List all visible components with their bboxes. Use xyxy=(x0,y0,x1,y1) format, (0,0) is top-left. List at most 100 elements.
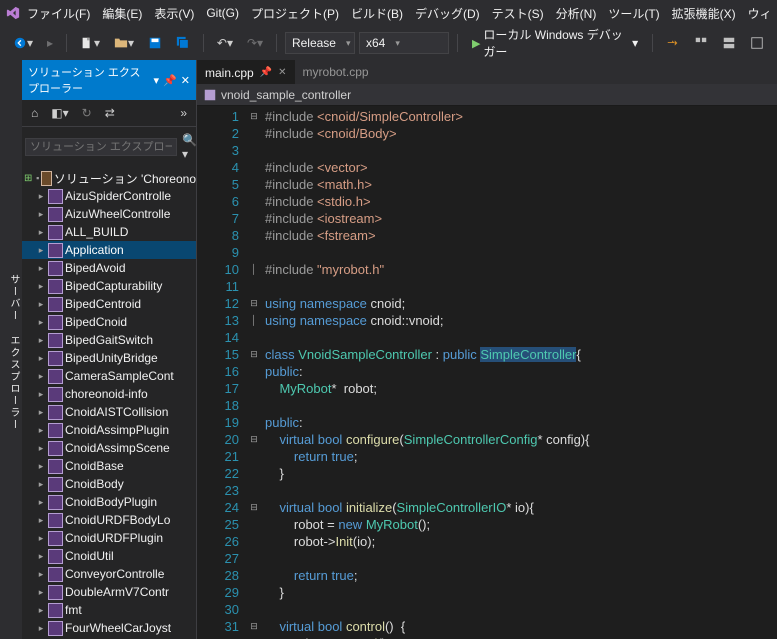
redo-button[interactable]: ↷▾ xyxy=(242,33,268,53)
grid1-icon[interactable] xyxy=(689,33,713,53)
open-button[interactable]: ▾ xyxy=(109,33,139,53)
tree-item[interactable]: ▸CnoidUtil xyxy=(22,547,196,565)
panel-header[interactable]: ソリューション エクスプローラー ▾ 📌 ✕ xyxy=(22,60,196,100)
tree-item[interactable]: ▸AizuSpiderControlle xyxy=(22,187,196,205)
platform-combo[interactable]: x64▾ xyxy=(359,32,449,54)
project-icon xyxy=(48,477,63,492)
grid2-icon[interactable] xyxy=(717,33,741,53)
code-source[interactable]: #include <cnoid/SimpleController>#includ… xyxy=(261,106,777,639)
pin-icon[interactable]: 📌 xyxy=(163,74,177,87)
tree-item[interactable]: ▸CnoidAssimpPlugin xyxy=(22,421,196,439)
project-icon xyxy=(48,333,63,348)
project-icon xyxy=(48,189,63,204)
tree-item[interactable]: ▸CnoidBase xyxy=(22,457,196,475)
editor-area: main.cpp📌✕myrobot.cpp vnoid_sample_contr… xyxy=(197,60,777,639)
refresh-icon[interactable]: ↻ xyxy=(77,103,97,123)
sync-icon[interactable]: ⇄ xyxy=(100,103,120,123)
editor-tabs: main.cpp📌✕myrobot.cpp xyxy=(197,60,777,84)
run-debugger-button[interactable]: ▶ローカル Windows デバッガー▾ xyxy=(466,23,644,63)
line-gutter: 1234567891011121314151617181920212223242… xyxy=(197,106,247,639)
menu-item[interactable]: 編集(E) xyxy=(97,2,147,25)
editor-tab[interactable]: myrobot.cpp xyxy=(295,60,377,84)
toolbar: ▾ ▸ ▾ ▾ ↶▾ ↷▾ Release▾ x64▾ ▶ローカル Window… xyxy=(0,26,777,60)
project-icon xyxy=(48,279,63,294)
tree-item[interactable]: ▸choreonoid-info xyxy=(22,385,196,403)
tree-item[interactable]: ▸CnoidURDFPlugin xyxy=(22,529,196,547)
tree-item[interactable]: ▸DoubleArmV7Contr xyxy=(22,583,196,601)
project-icon xyxy=(48,297,63,312)
project-icon xyxy=(48,405,63,420)
view-icon[interactable]: ◧▾ xyxy=(46,103,73,123)
code-editor[interactable]: 1234567891011121314151617181920212223242… xyxy=(197,106,777,639)
menu-item[interactable]: デバッグ(D) xyxy=(410,2,485,25)
tree-item[interactable]: ▸BipedUnityBridge xyxy=(22,349,196,367)
project-icon xyxy=(48,261,63,276)
tree-item[interactable]: ▸CnoidBody xyxy=(22,475,196,493)
tree-item[interactable]: ▸BipedGaitSwitch xyxy=(22,331,196,349)
pin-icon[interactable]: 📌 xyxy=(260,67,272,78)
tree-item[interactable]: ▸CnoidURDFBodyLo xyxy=(22,511,196,529)
project-icon xyxy=(48,423,63,438)
grid3-icon[interactable] xyxy=(745,33,769,53)
undo-button[interactable]: ↶▾ xyxy=(212,33,238,53)
menubar: ファイル(F)編集(E)表示(V)Git(G)プロジェクト(P)ビルド(B)デバ… xyxy=(0,0,777,26)
project-icon xyxy=(48,531,63,546)
tree-item[interactable]: ▸CnoidAssimpScene xyxy=(22,439,196,457)
project-icon xyxy=(48,549,63,564)
menu-item[interactable]: テスト(S) xyxy=(487,2,549,25)
tree-item[interactable]: ▸FourWheelCarJoyst xyxy=(22,619,196,637)
solution-explorer-panel: ソリューション エクスプローラー ▾ 📌 ✕ ⌂ ◧▾ ↻ ⇄ » 🔍▾ ⊞▪ソ… xyxy=(22,60,197,639)
step-icon[interactable] xyxy=(661,33,685,53)
tree-item[interactable]: ▸CnoidAISTCollision xyxy=(22,403,196,421)
tree-item[interactable]: ▸AizuWheelControlle xyxy=(22,205,196,223)
menu-item[interactable]: ファイル(F) xyxy=(22,2,95,25)
tree-item[interactable]: ▸BipedCentroid xyxy=(22,295,196,313)
nav-bar[interactable]: vnoid_sample_controller xyxy=(197,84,777,106)
menu-item[interactable]: 表示(V) xyxy=(149,2,199,25)
rail-server-explorer[interactable]: サーバー エクスプローラー xyxy=(5,270,22,435)
panel-search: 🔍▾ xyxy=(22,127,196,167)
save-button[interactable] xyxy=(143,33,167,53)
project-icon xyxy=(48,603,63,618)
tree-item[interactable]: ▸ConveyorControlle xyxy=(22,565,196,583)
menu-item[interactable]: ウィ xyxy=(743,2,777,25)
tree-item[interactable]: ▸BipedCnoid xyxy=(22,313,196,331)
tree-item[interactable]: ▸Application xyxy=(22,241,196,259)
tree-root[interactable]: ⊞▪ソリューション 'Choreono xyxy=(22,169,196,187)
tree-item[interactable]: ▸BipedAvoid xyxy=(22,259,196,277)
solution-tree[interactable]: ⊞▪ソリューション 'Choreono▸AizuSpiderControlle▸… xyxy=(22,167,196,639)
config-combo[interactable]: Release▾ xyxy=(285,32,355,54)
menu-item[interactable]: 分析(N) xyxy=(551,2,602,25)
project-icon xyxy=(48,441,63,456)
project-icon xyxy=(48,567,63,582)
search-input[interactable] xyxy=(25,138,177,156)
home-icon[interactable]: ⌂ xyxy=(26,103,43,123)
tree-item[interactable]: ▸fmt xyxy=(22,601,196,619)
tree-item[interactable]: ▸BipedCapturability xyxy=(22,277,196,295)
tree-item[interactable]: ▸ALL_BUILD xyxy=(22,223,196,241)
project-icon xyxy=(48,513,63,528)
dropdown-icon[interactable]: ▾ xyxy=(154,74,160,87)
menu-item[interactable]: ビルド(B) xyxy=(346,2,408,25)
new-button[interactable]: ▾ xyxy=(75,33,105,53)
save-all-button[interactable] xyxy=(171,33,195,53)
project-icon xyxy=(48,495,63,510)
nav-back-button[interactable]: ▾ xyxy=(8,33,38,53)
menu-item[interactable]: プロジェクト(P) xyxy=(246,2,344,25)
project-icon xyxy=(48,243,63,258)
menu-item[interactable]: 拡張機能(X) xyxy=(667,2,741,25)
solution-icon xyxy=(41,171,52,186)
nav-fwd-button[interactable]: ▸ xyxy=(42,33,58,53)
tree-item[interactable]: ▸CnoidBodyPlugin xyxy=(22,493,196,511)
close-icon[interactable]: ✕ xyxy=(181,74,190,87)
project-icon xyxy=(48,351,63,366)
fold-gutter[interactable]: ⊟│⊟│⊟⊟⊟⊟│ xyxy=(247,106,261,639)
tree-item[interactable]: ▸CameraSampleCont xyxy=(22,367,196,385)
project-icon xyxy=(48,369,63,384)
project-icon xyxy=(48,585,63,600)
menu-item[interactable]: Git(G) xyxy=(201,3,244,23)
editor-tab[interactable]: main.cpp📌✕ xyxy=(197,60,295,84)
chevron-icon[interactable]: » xyxy=(175,103,192,123)
close-tab-icon[interactable]: ✕ xyxy=(278,67,286,78)
menu-item[interactable]: ツール(T) xyxy=(603,2,664,25)
